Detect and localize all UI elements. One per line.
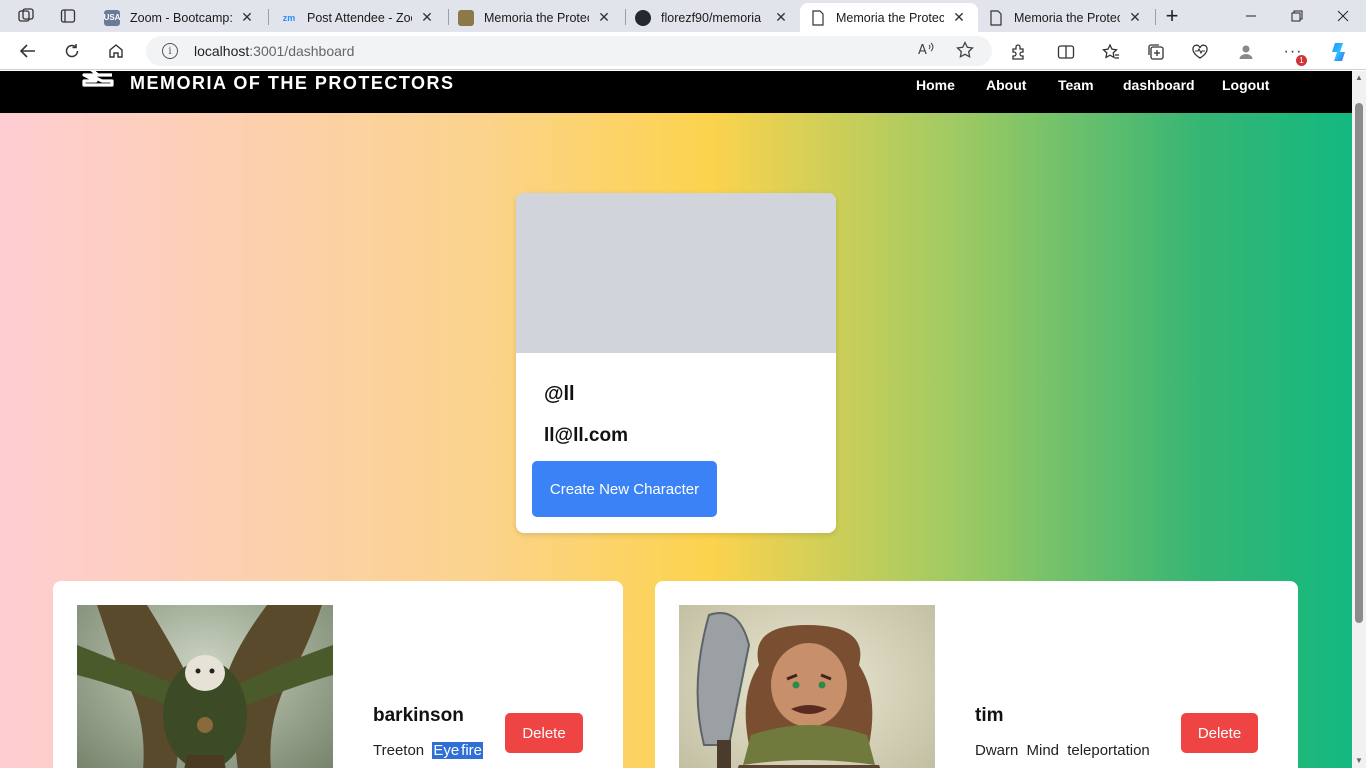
browser-tab[interactable]: florezf90/memoria ✕ bbox=[625, 3, 800, 32]
close-tab-icon[interactable]: ✕ bbox=[238, 9, 256, 26]
character-card: barkinson Treeton Eye fire Delete bbox=[53, 581, 623, 768]
address-toolbar: i localhost:3001/dashboard A ··· 1 bbox=[0, 32, 1366, 70]
collections-icon[interactable] bbox=[1145, 41, 1167, 63]
profile-username: @ll bbox=[544, 383, 575, 405]
tab-title: florezf90/memoria bbox=[661, 10, 762, 25]
tab-separator bbox=[268, 9, 269, 25]
profile-email: ll@ll.com bbox=[544, 425, 628, 446]
tab-title: Memoria the Protecto bbox=[484, 10, 589, 25]
refresh-icon[interactable] bbox=[57, 37, 87, 65]
site-logo[interactable] bbox=[82, 71, 116, 89]
profile-card: @ll ll@ll.com Create New Character bbox=[516, 193, 836, 533]
info-icon[interactable]: i bbox=[162, 43, 178, 59]
favorites-icon[interactable] bbox=[1100, 41, 1122, 63]
read-aloud-icon[interactable]: A bbox=[918, 41, 936, 61]
tab-actions-icon[interactable] bbox=[54, 4, 82, 28]
character-image bbox=[77, 605, 333, 768]
character-name: tim bbox=[975, 705, 1004, 726]
tab-separator bbox=[1155, 9, 1156, 25]
browser-tab[interactable]: zm Post Attendee - Zoom ✕ bbox=[271, 3, 446, 32]
browser-tab[interactable]: USA Zoom - Bootcamp: U ✕ bbox=[94, 3, 266, 32]
address-bar[interactable]: i localhost:3001/dashboard A bbox=[146, 36, 992, 66]
zoom-favicon: zm bbox=[282, 12, 296, 23]
restore-button[interactable] bbox=[1274, 0, 1320, 32]
page-scrollbar[interactable]: ▲ ▼ bbox=[1352, 71, 1366, 768]
split-screen-icon[interactable] bbox=[1055, 41, 1077, 63]
zoom-bootcamp-favicon: USA bbox=[104, 9, 120, 26]
browser-tab[interactable]: Memoria the Protecto ✕ bbox=[448, 3, 623, 32]
close-window-button[interactable] bbox=[1320, 0, 1366, 32]
page-favicon bbox=[810, 9, 826, 26]
page-favicon bbox=[988, 9, 1004, 26]
create-character-button[interactable]: Create New Character bbox=[532, 461, 717, 517]
tab-title: Zoom - Bootcamp: U bbox=[130, 10, 232, 25]
profile-icon[interactable] bbox=[1235, 41, 1257, 63]
copilot-icon[interactable] bbox=[1327, 39, 1353, 65]
site-brand[interactable]: MEMORIA OF THE PROTECTORS bbox=[130, 73, 455, 94]
tab-title: Memoria the Protecto bbox=[1014, 10, 1120, 25]
browser-tab-active[interactable]: Memoria the Protecto ✕ bbox=[800, 3, 978, 32]
notification-badge: 1 bbox=[1296, 55, 1307, 66]
nav-home[interactable]: Home bbox=[916, 77, 955, 93]
more-icon[interactable]: ··· 1 bbox=[1282, 41, 1307, 66]
minimize-button[interactable] bbox=[1228, 0, 1274, 32]
nav-dashboard[interactable]: dashboard bbox=[1123, 77, 1195, 93]
nav-logout[interactable]: Logout bbox=[1222, 77, 1269, 93]
character-description: Treeton Eye fire bbox=[373, 742, 484, 759]
home-icon[interactable] bbox=[101, 37, 131, 65]
profile-banner-placeholder bbox=[516, 193, 836, 353]
close-tab-icon[interactable]: ✕ bbox=[1126, 9, 1144, 26]
svg-text:A: A bbox=[918, 43, 927, 57]
workspaces-icon[interactable] bbox=[12, 4, 40, 28]
favorite-star-icon[interactable] bbox=[956, 40, 974, 63]
github-favicon bbox=[635, 9, 651, 26]
back-icon[interactable] bbox=[13, 37, 43, 65]
tab-title: Memoria the Protecto bbox=[836, 10, 944, 25]
browser-tab[interactable]: Memoria the Protecto ✕ bbox=[978, 3, 1154, 32]
extensions-icon[interactable] bbox=[1008, 41, 1030, 63]
performance-icon[interactable] bbox=[1189, 41, 1211, 63]
scroll-down-icon[interactable]: ▼ bbox=[1354, 756, 1364, 766]
character-card: tim Dwarn Mind teleportation Delete bbox=[655, 581, 1298, 768]
close-tab-icon[interactable]: ✕ bbox=[950, 9, 968, 26]
close-tab-icon[interactable]: ✕ bbox=[418, 9, 436, 26]
browser-tab-strip: USA Zoom - Bootcamp: U ✕ zm Post Attende… bbox=[0, 0, 1366, 32]
close-tab-icon[interactable]: ✕ bbox=[772, 9, 790, 26]
scroll-up-icon[interactable]: ▲ bbox=[1354, 73, 1364, 83]
nav-team[interactable]: Team bbox=[1058, 77, 1094, 93]
image-favicon bbox=[458, 9, 474, 26]
url-text[interactable]: localhost:3001/dashboard bbox=[194, 43, 354, 59]
character-name: barkinson bbox=[373, 705, 464, 726]
site-navbar: MEMORIA OF THE PROTECTORS Home About Tea… bbox=[0, 71, 1352, 113]
character-image bbox=[679, 605, 935, 768]
tab-title: Post Attendee - Zoom bbox=[307, 10, 412, 25]
close-tab-icon[interactable]: ✕ bbox=[595, 9, 613, 26]
scrollbar-thumb[interactable] bbox=[1355, 103, 1363, 623]
character-description: Dwarn Mind teleportation bbox=[975, 742, 1150, 759]
delete-character-button[interactable]: Delete bbox=[505, 713, 583, 753]
new-tab-button[interactable]: + bbox=[1158, 0, 1186, 32]
delete-character-button[interactable]: Delete bbox=[1181, 713, 1258, 753]
nav-about[interactable]: About bbox=[986, 77, 1026, 93]
page-viewport: MEMORIA OF THE PROTECTORS Home About Tea… bbox=[0, 71, 1366, 768]
